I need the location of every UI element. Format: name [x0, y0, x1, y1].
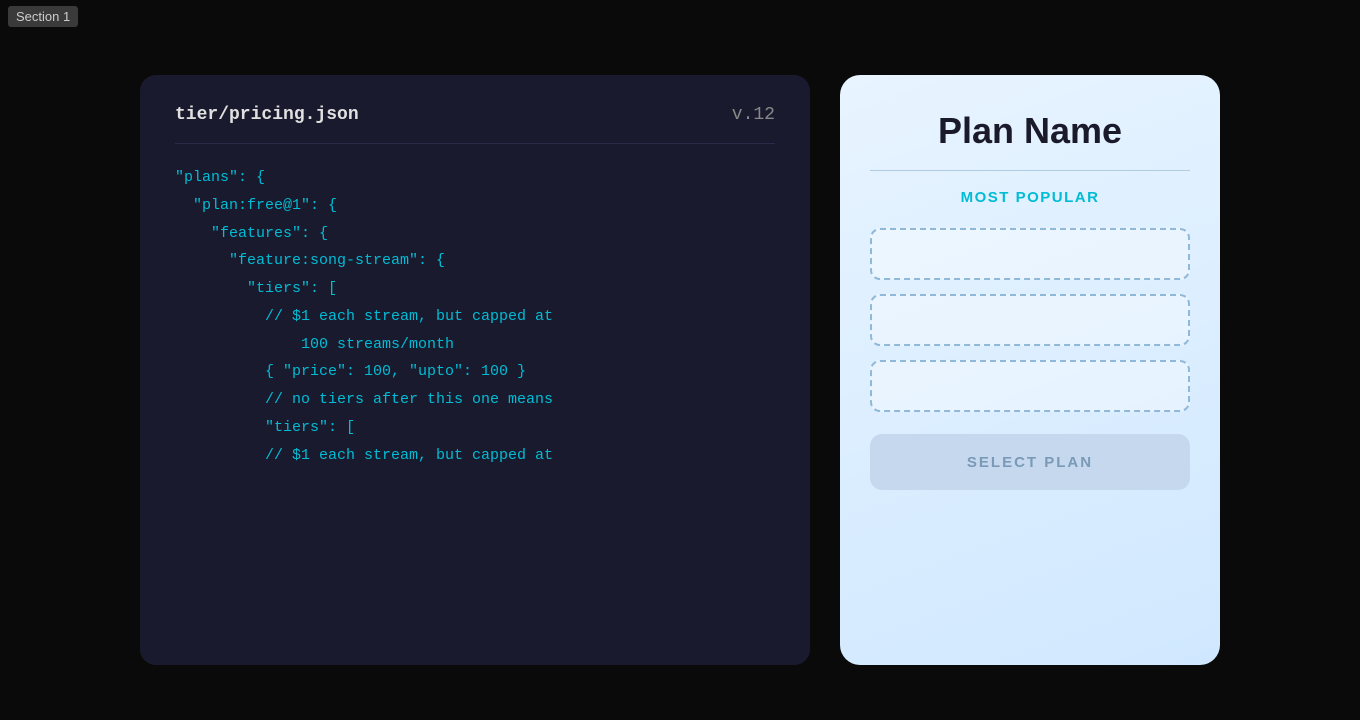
plan-feature-boxes — [870, 228, 1190, 412]
feature-box-3 — [870, 360, 1190, 412]
select-plan-button[interactable]: SELECT PLAN — [870, 434, 1190, 490]
code-line: { "price": 100, "upto": 100 } — [175, 358, 775, 386]
plan-card: Plan Name MOST POPULAR SELECT PLAN — [840, 75, 1220, 665]
plan-divider — [870, 170, 1190, 171]
section-badge: Section 1 — [8, 6, 78, 27]
code-fade — [140, 585, 810, 665]
code-line: "tiers": [ — [175, 414, 775, 442]
code-line: "tiers": [ — [175, 275, 775, 303]
feature-box-2 — [870, 294, 1190, 346]
code-line: // $1 each stream, but capped at — [175, 303, 775, 331]
plan-title: Plan Name — [938, 110, 1122, 152]
code-line: "feature:song-stream": { — [175, 247, 775, 275]
code-filename: tier/pricing.json — [175, 105, 359, 125]
code-version: v.12 — [732, 105, 775, 125]
code-line: // no tiers after this one means — [175, 386, 775, 414]
most-popular-badge: MOST POPULAR — [961, 189, 1100, 206]
code-content: "plans": { "plan:free@1": { "features": … — [175, 164, 775, 469]
code-line: 100 streams/month — [175, 331, 775, 359]
code-line: "features": { — [175, 220, 775, 248]
code-card: tier/pricing.json v.12 "plans": { "plan:… — [140, 75, 810, 665]
code-line: "plan:free@1": { — [175, 192, 775, 220]
code-header: tier/pricing.json v.12 — [175, 105, 775, 144]
code-line: // $1 each stream, but capped at — [175, 442, 775, 470]
code-line: "plans": { — [175, 164, 775, 192]
feature-box-1 — [870, 228, 1190, 280]
main-layout: tier/pricing.json v.12 "plans": { "plan:… — [140, 75, 1220, 665]
